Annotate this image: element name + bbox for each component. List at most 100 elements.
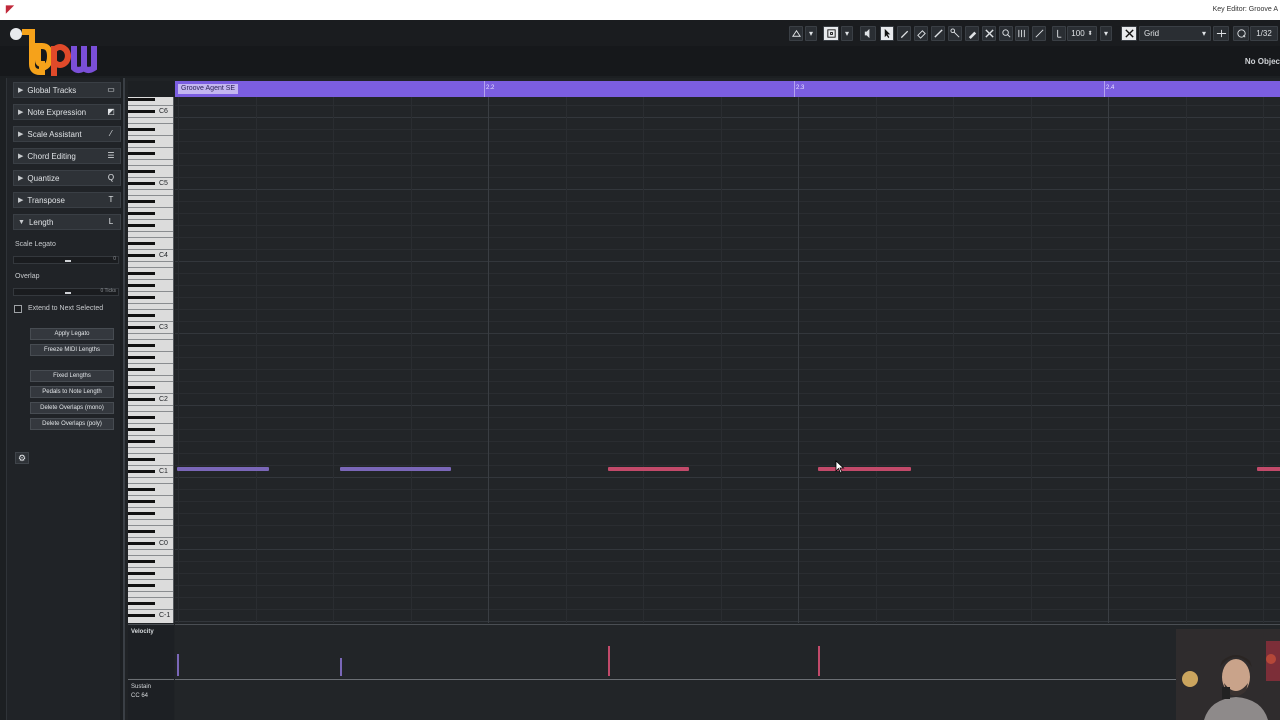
transpose-section-icon: T xyxy=(108,195,114,204)
section-length[interactable]: ▼ Length L xyxy=(13,214,121,230)
quantize-preset-dropdown[interactable]: 1/32 xyxy=(1250,26,1278,41)
freeze-midi-lengths-button[interactable]: Freeze MIDI Lengths xyxy=(30,344,114,356)
section-scale-assistant[interactable]: ▶ Scale Assistant ⁄ xyxy=(13,126,121,142)
black-key[interactable] xyxy=(128,254,155,257)
section-chord-editing[interactable]: ▶ Chord Editing ☰ xyxy=(13,148,121,164)
black-key[interactable] xyxy=(128,200,155,203)
scale-legato-slider[interactable]: 0 xyxy=(13,256,119,264)
black-key[interactable] xyxy=(128,458,155,461)
black-key[interactable] xyxy=(128,98,155,101)
mute-tool[interactable] xyxy=(982,26,996,41)
black-key[interactable] xyxy=(128,284,155,287)
midi-note[interactable] xyxy=(608,467,689,471)
black-key[interactable] xyxy=(128,182,155,185)
black-key[interactable] xyxy=(128,242,155,245)
section-note-expression[interactable]: ▶ Note Expression ◩ xyxy=(13,104,121,120)
midi-note[interactable] xyxy=(1257,467,1280,471)
black-key[interactable] xyxy=(128,500,155,503)
black-key[interactable] xyxy=(128,212,155,215)
black-key[interactable] xyxy=(128,560,155,563)
insert-velocity-icon[interactable] xyxy=(1052,26,1066,41)
delete-overlaps-poly-button[interactable]: Delete Overlaps (poly) xyxy=(30,418,114,430)
beat-line xyxy=(798,97,799,623)
black-key[interactable] xyxy=(128,110,155,113)
black-key[interactable] xyxy=(128,140,155,143)
ruler[interactable]: Groove Agent SE 2.2 2.3 2.4 xyxy=(175,81,1280,97)
black-key[interactable] xyxy=(128,416,155,419)
delete-overlaps-mono-button[interactable]: Delete Overlaps (mono) xyxy=(30,402,114,414)
velocity-lane-header[interactable]: Velocity xyxy=(128,624,174,678)
black-key[interactable] xyxy=(128,296,155,299)
black-key[interactable] xyxy=(128,152,155,155)
insert-velocity-field[interactable]: 100 ⬍ xyxy=(1067,26,1097,41)
black-key[interactable] xyxy=(128,572,155,575)
split-tool[interactable] xyxy=(948,26,962,41)
black-key[interactable] xyxy=(128,428,155,431)
auto-scroll-menu-button[interactable]: ▾ xyxy=(805,26,817,41)
snap-to-zero-icon[interactable] xyxy=(1213,26,1229,41)
black-key[interactable] xyxy=(128,602,155,605)
black-key[interactable] xyxy=(128,272,155,275)
section-quantize[interactable]: ▶ Quantize Q xyxy=(13,170,121,186)
inspector-panel: ▶ Global Tracks ▭ ▶ Note Expression ◩ ▶ Scale… xyxy=(6,78,121,720)
midi-note[interactable] xyxy=(340,467,451,471)
feedback-menu-button[interactable]: ▾ xyxy=(841,26,853,41)
overlap-slider[interactable]: 0 Ticks xyxy=(13,288,119,296)
velocity-bar[interactable] xyxy=(608,646,610,676)
glue-tool[interactable] xyxy=(965,26,979,41)
midi-note[interactable] xyxy=(177,467,269,471)
speaker-icon[interactable] xyxy=(860,26,876,41)
object-selection-tool[interactable] xyxy=(880,26,894,41)
auto-scroll-button[interactable] xyxy=(789,26,803,41)
black-key[interactable] xyxy=(128,488,155,491)
section-global-tracks[interactable]: ▶ Global Tracks ▭ xyxy=(13,82,121,98)
velocity-bar[interactable] xyxy=(340,658,342,676)
extend-to-next-checkbox[interactable] xyxy=(14,305,22,313)
velocity-bar[interactable] xyxy=(818,646,820,676)
black-key[interactable] xyxy=(128,386,155,389)
pencil-tool[interactable] xyxy=(931,26,945,41)
black-key[interactable] xyxy=(128,128,155,131)
black-key[interactable] xyxy=(128,356,155,359)
note-grid[interactable] xyxy=(175,97,1280,623)
pitch-line xyxy=(175,165,1280,166)
black-key[interactable] xyxy=(128,542,155,545)
gear-icon[interactable]: ⚙ xyxy=(15,452,29,464)
piano-keyboard[interactable]: C6 C5 C4 C3 C2 C1 C0 C-1 xyxy=(128,97,174,623)
velocity-menu-button[interactable]: ▾ xyxy=(1100,26,1112,41)
quantize-icon[interactable] xyxy=(1233,26,1249,41)
sustain-lane-header[interactable]: Sustain CC 64 xyxy=(128,679,174,720)
fixed-lengths-button[interactable]: Fixed Lengths xyxy=(30,370,114,382)
black-key[interactable] xyxy=(128,512,155,515)
acoustic-feedback-button[interactable] xyxy=(823,26,839,41)
apply-legato-button[interactable]: Apply Legato xyxy=(30,328,114,340)
velocity-bar[interactable] xyxy=(177,654,179,676)
draw-tool[interactable] xyxy=(897,26,911,41)
black-key[interactable] xyxy=(128,614,155,617)
sustain-lane[interactable] xyxy=(175,679,1280,720)
black-key[interactable] xyxy=(128,170,155,173)
zoom-tool[interactable] xyxy=(999,26,1013,41)
pedals-to-note-length-button[interactable]: Pedals to Note Length xyxy=(30,386,114,398)
line-tool[interactable] xyxy=(1015,26,1029,41)
black-key[interactable] xyxy=(128,470,155,473)
black-key[interactable] xyxy=(128,530,155,533)
black-key[interactable] xyxy=(128,344,155,347)
black-key[interactable] xyxy=(128,224,155,227)
black-key[interactable] xyxy=(128,440,155,443)
slider-thumb[interactable] xyxy=(65,292,71,294)
black-key[interactable] xyxy=(128,314,155,317)
sustain-cc-label: CC 64 xyxy=(131,693,149,699)
snap-toggle-button[interactable] xyxy=(1121,26,1137,41)
black-key[interactable] xyxy=(128,584,155,587)
snap-type-dropdown[interactable]: Grid ▾ xyxy=(1139,26,1211,41)
midi-note[interactable] xyxy=(818,467,911,471)
black-key[interactable] xyxy=(128,398,155,401)
section-transpose[interactable]: ▶ Transpose T xyxy=(13,192,121,208)
black-key[interactable] xyxy=(128,326,155,329)
black-key[interactable] xyxy=(128,368,155,371)
velocity-lane[interactable] xyxy=(175,624,1280,678)
erase-tool[interactable] xyxy=(914,26,928,41)
time-warp-tool[interactable] xyxy=(1032,26,1046,41)
slider-thumb[interactable] xyxy=(65,260,71,262)
